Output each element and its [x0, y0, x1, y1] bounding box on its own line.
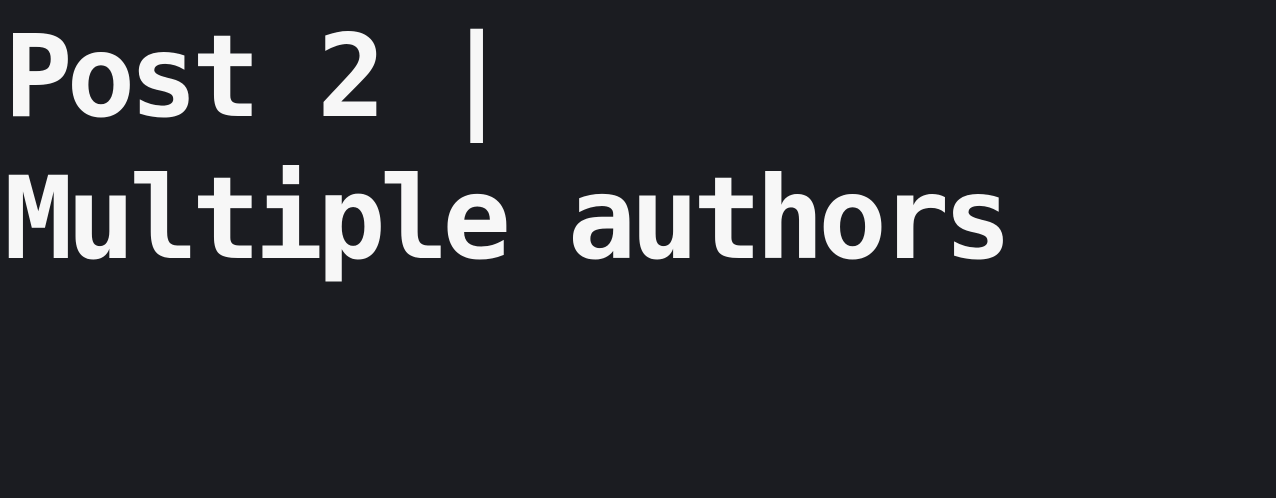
post-title-line-1: Post 2 | — [4, 10, 511, 143]
post-title-line-2: Multiple authors — [4, 152, 1012, 285]
page: Post 2 | Multiple authors — [0, 0, 1276, 498]
post-title: Post 2 | Multiple authors — [4, 6, 1012, 290]
